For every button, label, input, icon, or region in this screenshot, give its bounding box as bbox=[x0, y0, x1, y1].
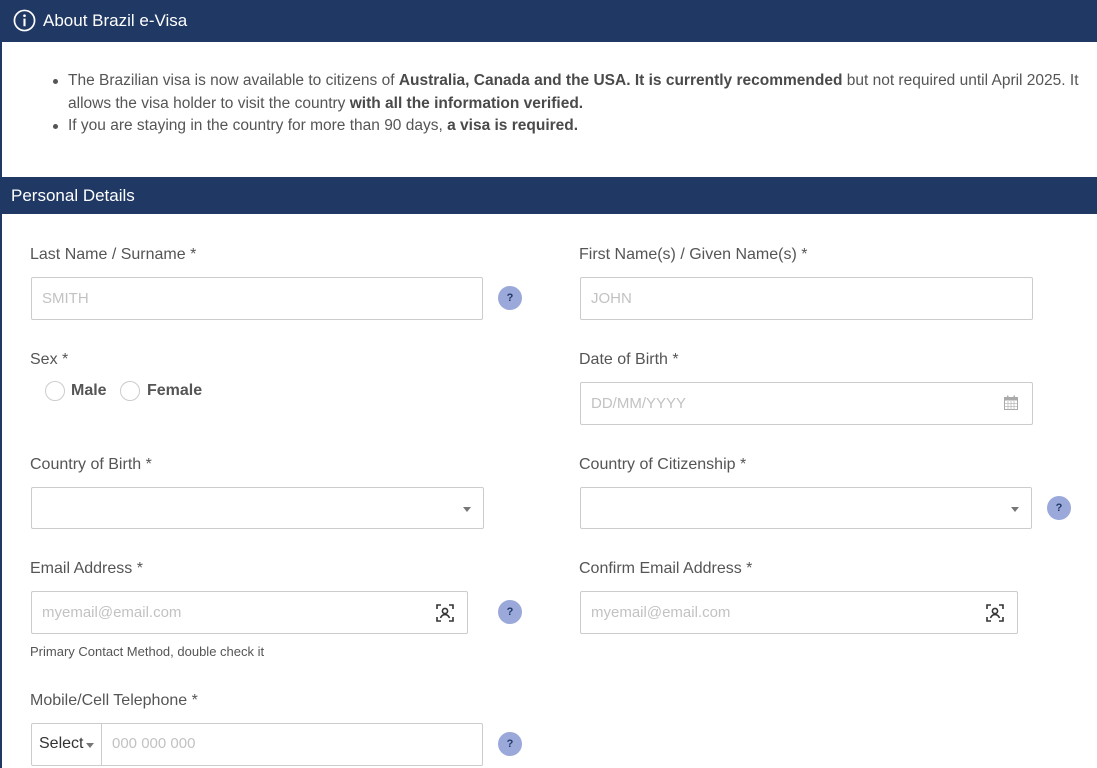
confirm-email-input[interactable]: myemail@email.com bbox=[580, 591, 1018, 634]
about-bullet-1: The Brazilian visa is now available to c… bbox=[50, 70, 1080, 115]
phone-field: Select 000 000 000 bbox=[31, 723, 483, 766]
about-header: About Brazil e-Visa bbox=[2, 0, 1097, 42]
email-help-icon[interactable]: ? bbox=[498, 600, 522, 624]
first-name-label: First Name(s) / Given Name(s) * bbox=[579, 246, 808, 263]
info-circle-icon bbox=[13, 9, 36, 32]
calendar-icon[interactable] bbox=[1003, 395, 1019, 411]
phone-placeholder: 000 000 000 bbox=[112, 735, 196, 752]
sex-label: Sex * bbox=[30, 351, 69, 368]
male-radio[interactable] bbox=[45, 381, 65, 401]
email-input[interactable]: myemail@email.com bbox=[31, 591, 468, 634]
phone-label: Mobile/Cell Telephone * bbox=[30, 692, 198, 709]
country-birth-select[interactable] bbox=[31, 487, 484, 529]
first-name-placeholder: JOHN bbox=[591, 290, 632, 307]
last-name-help-icon[interactable]: ? bbox=[498, 286, 522, 310]
email-placeholder: myemail@email.com bbox=[42, 604, 182, 621]
email-label: Email Address * bbox=[30, 560, 143, 577]
confirm-email-label: Confirm Email Address * bbox=[579, 560, 753, 577]
male-label[interactable]: Male bbox=[71, 382, 107, 400]
personal-details-header: Personal Details bbox=[2, 177, 1097, 214]
contact-scan-icon[interactable] bbox=[436, 604, 454, 622]
country-citizenship-label: Country of Citizenship * bbox=[579, 456, 747, 473]
last-name-input[interactable]: SMITH bbox=[31, 277, 483, 320]
personal-details-title: Personal Details bbox=[11, 186, 135, 205]
confirm-email-placeholder: myemail@email.com bbox=[591, 604, 731, 621]
female-label[interactable]: Female bbox=[147, 382, 202, 400]
phone-help-icon[interactable]: ? bbox=[498, 732, 522, 756]
country-citizenship-select[interactable] bbox=[580, 487, 1032, 529]
country-code-label: Select bbox=[39, 735, 84, 752]
dob-placeholder: DD/MM/YYYY bbox=[591, 395, 687, 412]
citizenship-help-icon[interactable]: ? bbox=[1047, 496, 1071, 520]
first-name-input[interactable]: JOHN bbox=[580, 277, 1033, 320]
about-title: About Brazil e-Visa bbox=[43, 11, 188, 30]
female-radio[interactable] bbox=[120, 381, 140, 401]
country-code-select[interactable]: Select bbox=[32, 724, 101, 765]
chevron-down-icon bbox=[1011, 507, 1019, 512]
chevron-down-icon bbox=[463, 507, 471, 512]
dob-input[interactable]: DD/MM/YYYY bbox=[580, 382, 1033, 425]
country-birth-label: Country of Birth * bbox=[30, 456, 152, 473]
email-hint: Primary Contact Method, double check it bbox=[30, 644, 265, 659]
last-name-label: Last Name / Surname * bbox=[30, 246, 197, 263]
contact-scan-icon[interactable] bbox=[986, 604, 1004, 622]
left-border bbox=[0, 0, 2, 768]
phone-input[interactable]: 000 000 000 bbox=[102, 724, 482, 765]
dob-label: Date of Birth * bbox=[579, 351, 679, 368]
about-bullet-2: If you are staying in the country for mo… bbox=[50, 115, 1080, 138]
about-list: The Brazilian visa is now available to c… bbox=[50, 70, 1080, 138]
chevron-down-icon bbox=[86, 743, 94, 748]
last-name-placeholder: SMITH bbox=[42, 290, 89, 307]
